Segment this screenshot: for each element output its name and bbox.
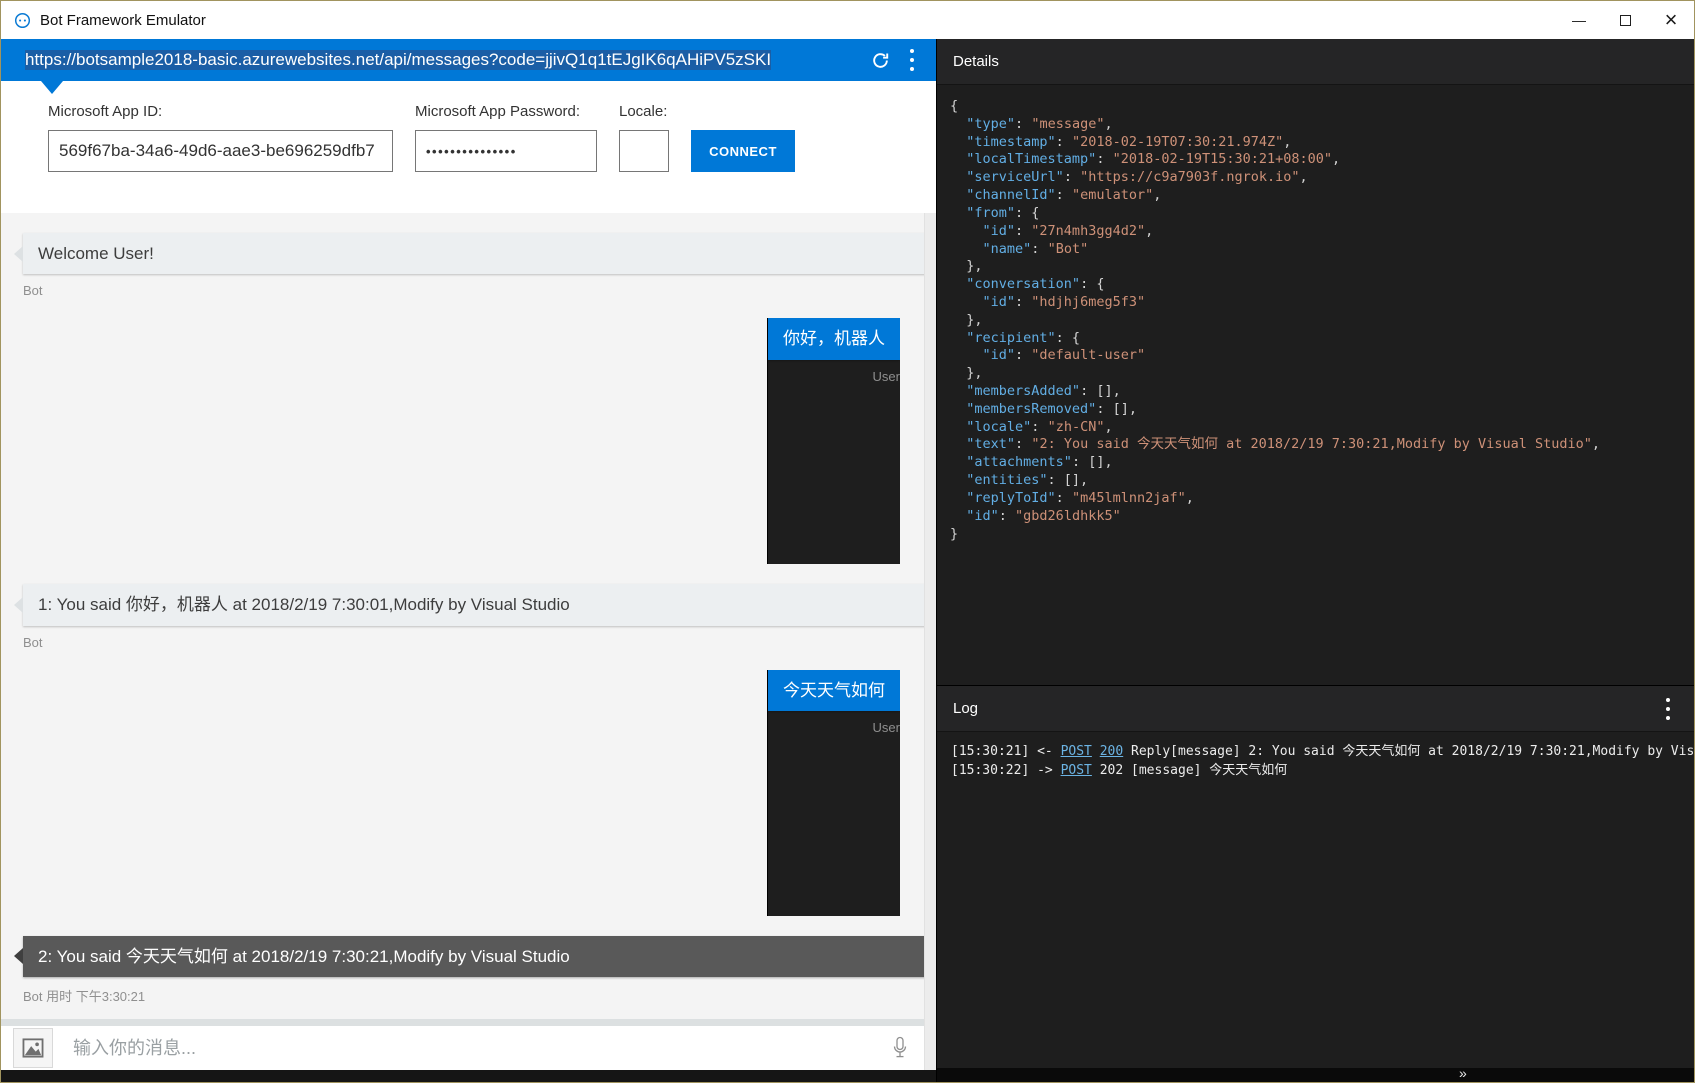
- endpoint-url-text: https://botsample2018-basic.azurewebsite…: [25, 50, 771, 70]
- microphone-icon[interactable]: [892, 1035, 908, 1061]
- log-menu-icon[interactable]: [1666, 695, 1670, 722]
- chat-bubble-user[interactable]: 今天天气如何: [768, 670, 900, 711]
- message-group: 1: You said 你好，机器人 at 2018/2/19 7:30:01,…: [23, 584, 936, 649]
- message-sender-label: Bot: [23, 635, 936, 650]
- log-post-link[interactable]: POST: [1061, 744, 1092, 759]
- endpoint-url-bar: https://botsample2018-basic.azurewebsite…: [1, 39, 936, 81]
- locale-label: Locale:: [619, 103, 669, 120]
- url-bar-menu-icon[interactable]: [910, 47, 914, 74]
- image-icon: [22, 1038, 44, 1058]
- connect-form: Microsoft App ID: Microsoft App Password…: [1, 81, 936, 213]
- chat-input-bar: [1, 1026, 936, 1070]
- message-sender-label: User: [768, 369, 900, 384]
- message-group: 你好，机器人 User: [767, 318, 900, 564]
- maximize-button[interactable]: [1602, 1, 1648, 39]
- log-bottom-strip: »: [937, 1068, 1694, 1082]
- chat-bubble-bot[interactable]: Welcome User!: [23, 233, 936, 274]
- endpoint-url-input[interactable]: https://botsample2018-basic.azurewebsite…: [25, 50, 857, 70]
- chat-bubble-bot[interactable]: 1: You said 你好，机器人 at 2018/2/19 7:30:01,…: [23, 584, 936, 625]
- message-sender-label: Bot 用时 下午3:30:21: [23, 986, 936, 1005]
- url-bar-pointer: [41, 81, 63, 94]
- inspector-panel: Details { "type": "message", "timestamp"…: [936, 39, 1694, 1082]
- chat-messages: Welcome User! Bot 你好，机器人 User 1: You said 你好…: [1, 213, 936, 1019]
- window-titlebar: Bot Framework Emulator — ×: [1, 1, 1694, 39]
- log-post-link[interactable]: POST: [1061, 763, 1092, 778]
- message-group: 今天天气如何 User: [767, 670, 900, 916]
- log-header: Log: [937, 686, 1694, 732]
- app-password-field[interactable]: [415, 130, 597, 172]
- message-sender-label: User: [768, 720, 900, 735]
- message-group: Welcome User! Bot: [23, 233, 936, 298]
- chat-scrollbar[interactable]: [924, 213, 936, 1070]
- log-section: Log [15:30:21] <- POST 200 Reply[message…: [937, 685, 1694, 1082]
- close-button[interactable]: ×: [1648, 1, 1694, 39]
- details-json[interactable]: { "type": "message", "timestamp": "2018-…: [937, 85, 1694, 685]
- app-id-field[interactable]: [48, 130, 393, 172]
- attach-image-button[interactable]: [13, 1028, 53, 1068]
- app-id-label: Microsoft App ID:: [48, 103, 393, 120]
- window-title: Bot Framework Emulator: [40, 12, 206, 29]
- log-entries: [15:30:21] <- POST 200 Reply[message] 2:…: [937, 732, 1694, 1068]
- reload-icon[interactable]: [871, 51, 890, 70]
- message-sender-label: Bot: [23, 283, 936, 298]
- chat-bubble-bot-selected[interactable]: 2: You said 今天天气如何 at 2018/2/19 7:30:21,…: [23, 936, 936, 977]
- chat-bubble-user[interactable]: 你好，机器人: [768, 318, 900, 359]
- connect-button[interactable]: CONNECT: [691, 130, 795, 172]
- left-bottom-strip: [1, 1070, 936, 1082]
- log-entry: [15:30:22] -> POST 202 [message] 今天天气如何: [951, 762, 1694, 781]
- log-status-code: 202: [1100, 763, 1123, 778]
- chat-panel: https://botsample2018-basic.azurewebsite…: [1, 39, 936, 1082]
- maximize-icon: [1620, 15, 1631, 26]
- log-status-code[interactable]: 200: [1100, 744, 1123, 759]
- log-title: Log: [953, 700, 978, 717]
- log-entry: [15:30:21] <- POST 200 Reply[message] 2:…: [951, 743, 1694, 762]
- message-group: 2: You said 今天天气如何 at 2018/2/19 7:30:21,…: [23, 936, 936, 1005]
- scroll-more-indicator[interactable]: »: [1459, 1065, 1467, 1081]
- app-password-label: Microsoft App Password:: [415, 103, 597, 120]
- message-input[interactable]: [53, 1038, 892, 1059]
- chat-input-divider: [1, 1019, 936, 1026]
- locale-field[interactable]: [619, 130, 669, 172]
- details-title: Details: [953, 53, 999, 70]
- details-header: Details: [937, 39, 1694, 85]
- minimize-button[interactable]: —: [1556, 1, 1602, 39]
- app-logo-icon: [14, 12, 31, 29]
